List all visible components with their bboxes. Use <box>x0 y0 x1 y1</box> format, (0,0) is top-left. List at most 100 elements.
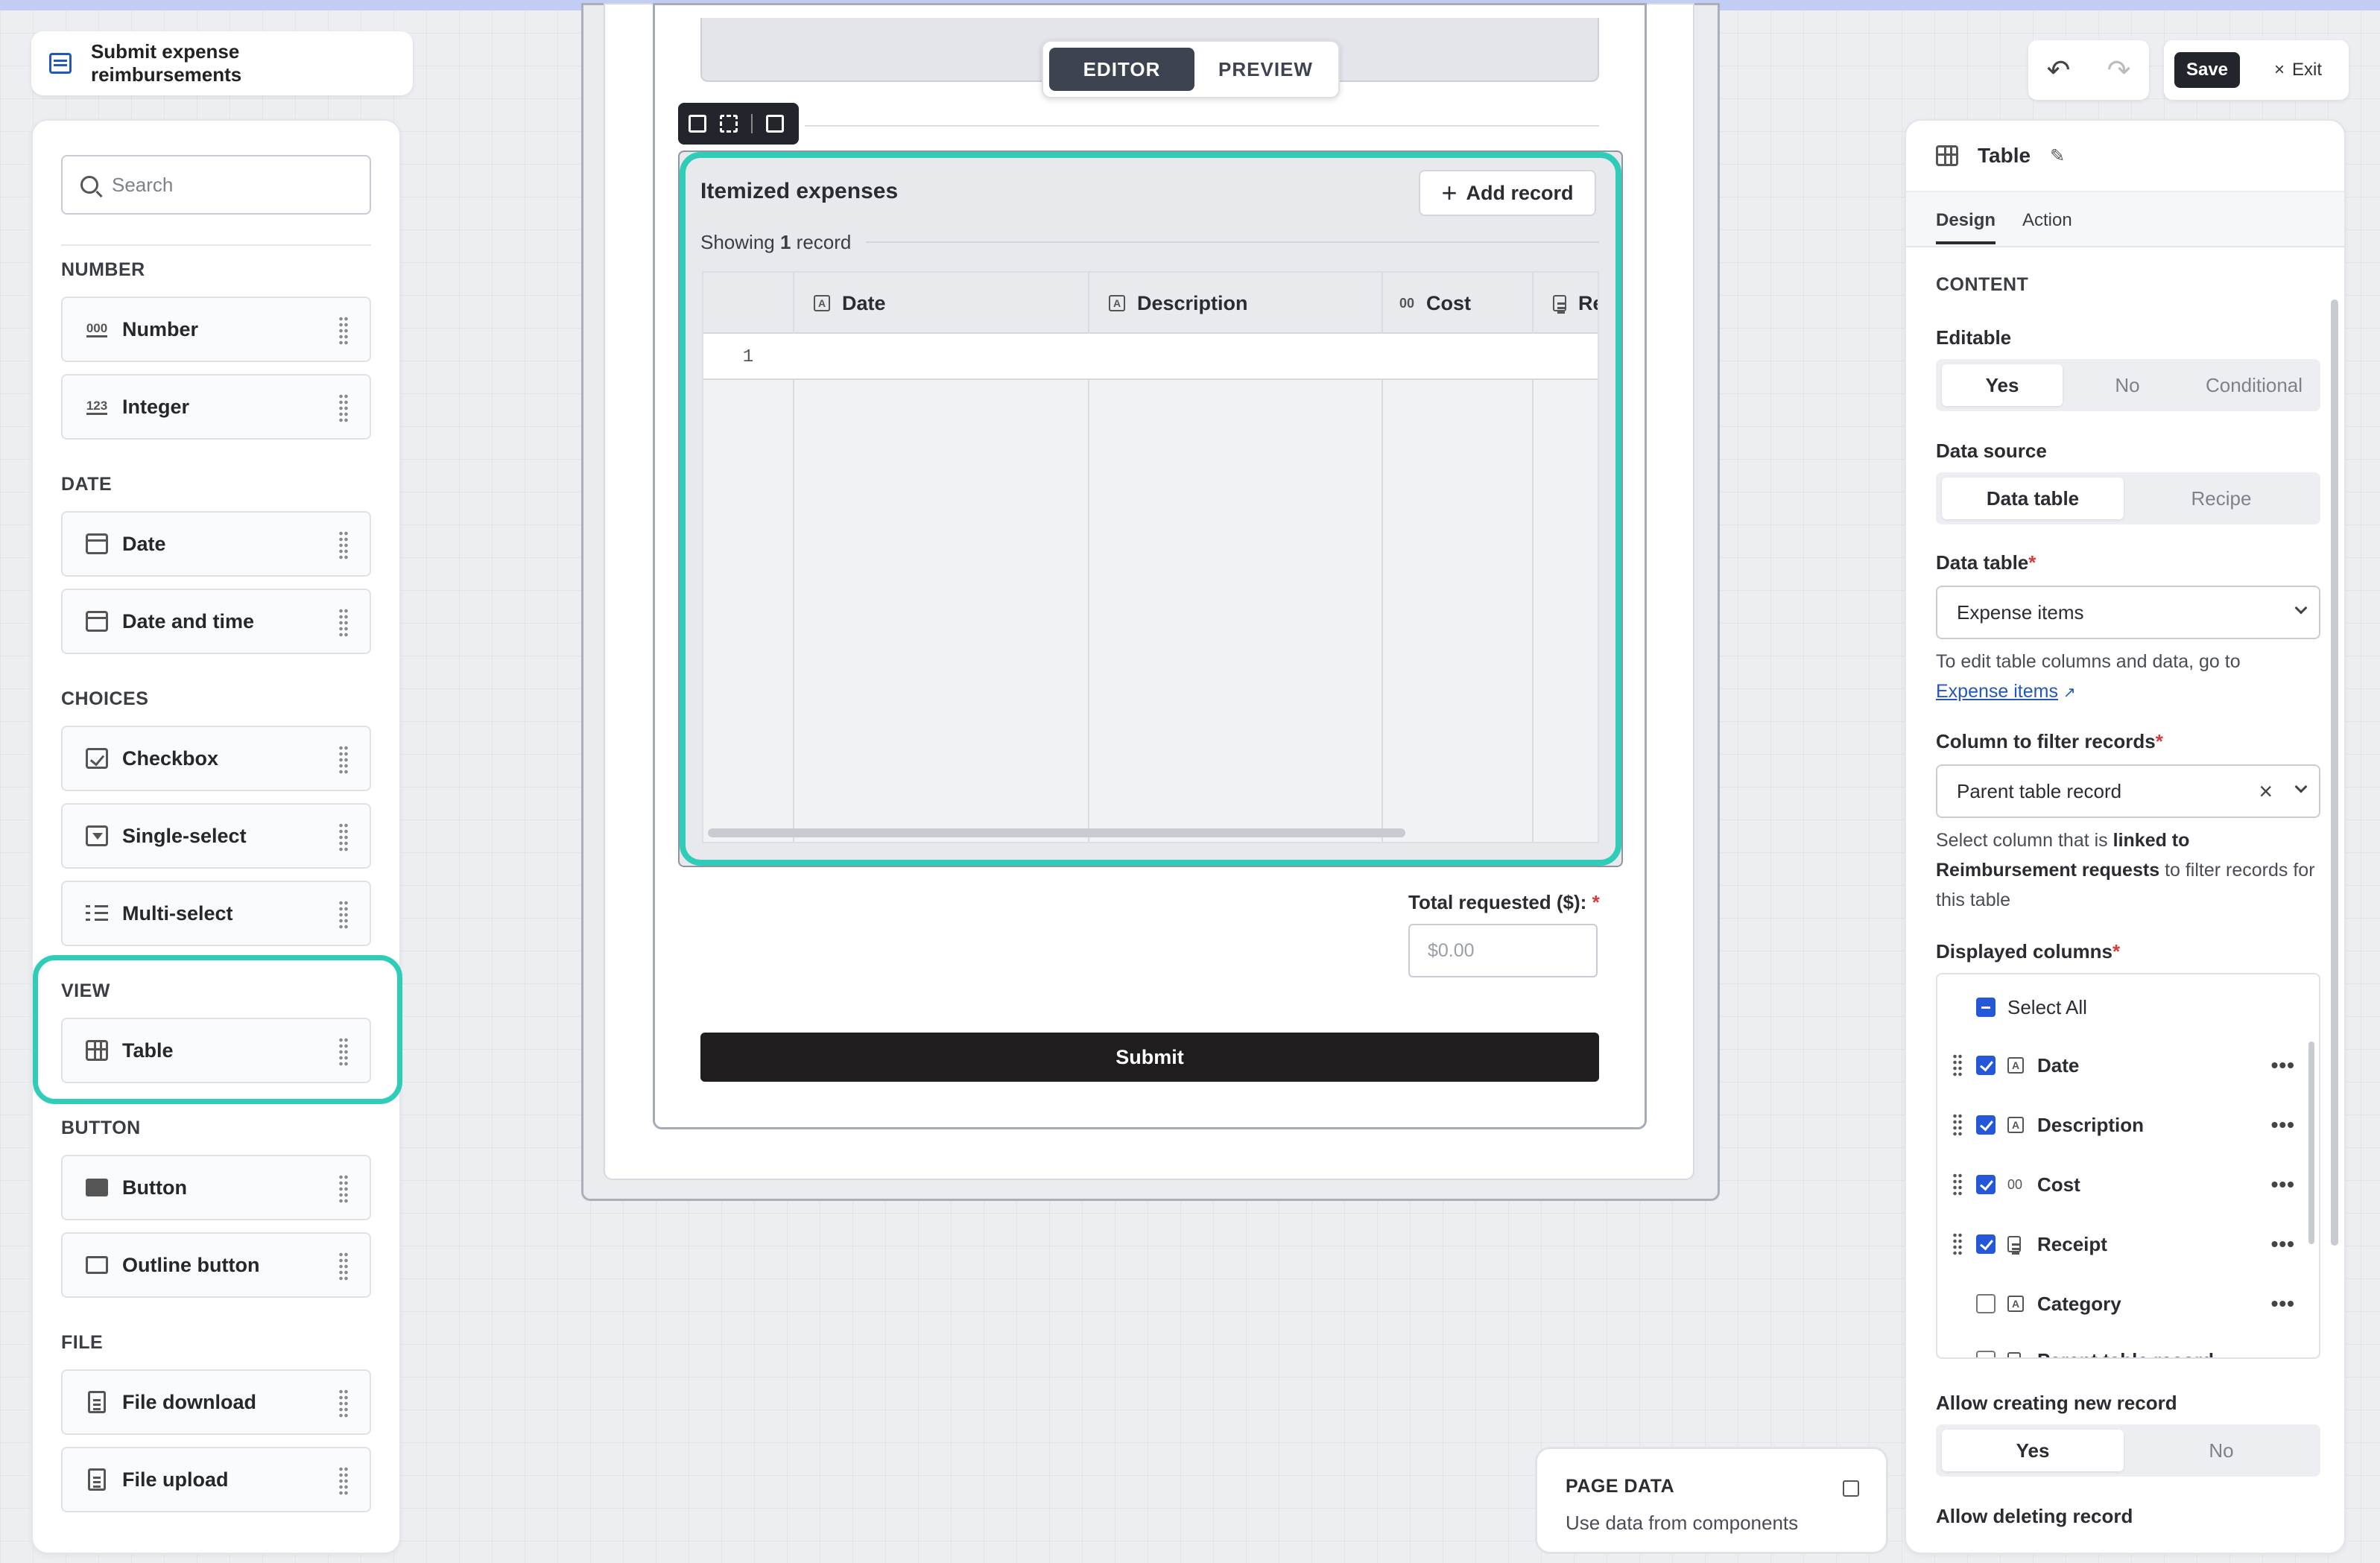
preview-tab[interactable]: PREVIEW <box>1199 48 1332 91</box>
allow-new-no[interactable]: No <box>2128 1430 2314 1471</box>
checklist-icon <box>86 904 108 923</box>
horizontal-scrollbar[interactable] <box>708 828 1405 837</box>
drag-handle-icon[interactable] <box>338 393 349 423</box>
select-all-row[interactable]: Select All <box>1937 985 2319 1030</box>
number-icon: 000 <box>86 321 108 337</box>
content-heading: CONTENT <box>1936 274 2029 295</box>
allow-new-segmented-control: Yes No <box>1936 1424 2320 1477</box>
drag-handle-icon[interactable] <box>338 1466 349 1496</box>
search-input[interactable] <box>112 173 350 197</box>
duplicate-icon[interactable] <box>689 115 706 133</box>
data-table-select[interactable]: Expense items <box>1936 586 2320 639</box>
allow-new-yes[interactable]: Yes <box>1942 1430 2124 1471</box>
sidebar-item-button[interactable]: Button <box>61 1155 371 1220</box>
tab-action[interactable]: Action <box>2022 210 2072 231</box>
calendar-clock-icon <box>86 611 108 632</box>
sidebar-item-label: Multi-select <box>122 901 233 925</box>
column-name: Date <box>2037 1053 2080 1077</box>
expand-icon[interactable] <box>1843 1480 1859 1497</box>
drag-handle-icon[interactable] <box>338 1174 349 1204</box>
more-options-icon[interactable]: ••• <box>2271 1292 2295 1316</box>
panel-scrollbar[interactable] <box>2331 299 2338 1246</box>
drag-handle-icon[interactable] <box>338 822 349 852</box>
more-options-icon[interactable]: ••• <box>2271 1232 2295 1256</box>
sidebar-item-table[interactable]: Table <box>61 1018 371 1083</box>
column-row-receipt[interactable]: Receipt ••• <box>1937 1222 2319 1266</box>
drag-handle-icon[interactable] <box>1952 1113 1963 1137</box>
section-number: NUMBER <box>61 259 145 280</box>
edit-pencil-icon[interactable]: ✎ <box>2050 145 2065 167</box>
select-parent-icon[interactable] <box>720 115 738 133</box>
select-all-checkbox[interactable] <box>1976 998 1996 1017</box>
sidebar-item-integer[interactable]: 123 Integer <box>61 374 371 440</box>
drag-handle-icon[interactable] <box>338 316 349 346</box>
editable-no[interactable]: No <box>2067 364 2188 406</box>
submit-button[interactable]: Submit <box>700 1033 1599 1082</box>
sidebar-item-date[interactable]: Date <box>61 511 371 577</box>
drag-handle-icon[interactable] <box>338 745 349 775</box>
sidebar-item-file-download[interactable]: File download <box>61 1369 371 1435</box>
allow-new-label: Allow creating new record <box>1936 1392 2177 1414</box>
column-row-description[interactable]: A Description ••• <box>1937 1103 2319 1147</box>
more-options-icon[interactable]: ••• <box>2271 1173 2295 1196</box>
drag-handle-icon[interactable] <box>1952 1053 1963 1077</box>
drag-handle-icon[interactable] <box>338 530 349 560</box>
column-header-date[interactable]: A Date <box>794 273 886 334</box>
exit-button[interactable]: × Exit <box>2274 52 2322 88</box>
data-table-hint: To edit table columns and data, go to Ex… <box>1936 651 2241 702</box>
add-record-button[interactable]: + Add record <box>1419 170 1596 216</box>
expense-items-link[interactable]: Expense items <box>1936 681 2058 702</box>
sidebar-item-checkbox[interactable]: Checkbox <box>61 726 371 791</box>
filter-column-select[interactable]: Parent table record × <box>1936 764 2320 818</box>
sidebar-item-number[interactable]: 000 Number <box>61 297 371 362</box>
drag-handle-icon[interactable] <box>338 1037 349 1067</box>
column-checkbox[interactable] <box>1976 1056 1996 1075</box>
save-button[interactable]: Save <box>2174 52 2240 88</box>
total-requested-label: Total requested ($): * <box>1408 891 1600 913</box>
drag-handle-icon[interactable] <box>338 900 349 930</box>
column-row-cost[interactable]: 00 Cost ••• <box>1937 1162 2319 1207</box>
data-source-label: Data source <box>1936 440 2047 462</box>
sidebar-item-outline-button[interactable]: Outline button <box>61 1232 371 1298</box>
drag-handle-icon[interactable] <box>338 608 349 638</box>
undo-icon[interactable]: ↶ <box>2047 54 2071 87</box>
column-name: Category <box>2037 1292 2121 1315</box>
column-row-category[interactable]: A Category ••• <box>1937 1281 2319 1326</box>
columns-scrollbar[interactable] <box>2308 1042 2314 1244</box>
tab-design[interactable]: Design <box>1936 210 1996 244</box>
data-source-recipe[interactable]: Recipe <box>2128 478 2314 519</box>
sidebar-item-single-select[interactable]: Single-select <box>61 803 371 869</box>
column-checkbox[interactable] <box>1976 1234 1996 1254</box>
page-data-panel[interactable]: PAGE DATA Use data from components <box>1535 1447 1888 1554</box>
column-header-cost[interactable]: 00 Cost <box>1383 273 1471 334</box>
column-header-receipt[interactable]: Re <box>1534 273 1598 334</box>
more-options-icon[interactable]: ••• <box>2271 1053 2295 1077</box>
column-checkbox[interactable] <box>1976 1175 1996 1194</box>
editor-tab[interactable]: EDITOR <box>1049 48 1194 91</box>
sidebar-item-date-time[interactable]: Date and time <box>61 589 371 654</box>
editable-conditional[interactable]: Conditional <box>2192 364 2316 406</box>
column-row-date[interactable]: A Date ••• <box>1937 1043 2319 1088</box>
drag-handle-icon[interactable] <box>1952 1232 1963 1256</box>
column-checkbox[interactable] <box>1976 1115 1996 1135</box>
search-field[interactable] <box>61 155 371 215</box>
more-options-icon[interactable]: ••• <box>2271 1113 2295 1137</box>
drag-handle-icon[interactable] <box>338 1389 349 1418</box>
editable-yes[interactable]: Yes <box>1942 364 2063 406</box>
column-row-parent-table-record[interactable]: Parent table record <box>1937 1338 2319 1357</box>
table-row[interactable] <box>703 334 1598 380</box>
sidebar-item-label: File download <box>122 1390 256 1413</box>
column-checkbox[interactable] <box>1976 1294 1996 1313</box>
drag-handle-icon[interactable] <box>1952 1173 1963 1196</box>
drag-handle-icon[interactable] <box>338 1252 349 1281</box>
trash-icon[interactable] <box>766 115 784 133</box>
chevron-down-icon <box>2294 780 2308 793</box>
total-requested-input[interactable] <box>1408 924 1598 977</box>
sidebar-item-multi-select[interactable]: Multi-select <box>61 881 371 946</box>
column-checkbox[interactable] <box>1976 1351 1996 1357</box>
redo-icon[interactable]: ↷ <box>2107 54 2131 87</box>
column-header-description[interactable]: A Description <box>1089 273 1248 334</box>
clear-icon[interactable]: × <box>2259 778 2273 805</box>
data-source-data-table[interactable]: Data table <box>1942 478 2124 519</box>
sidebar-item-file-upload[interactable]: File upload <box>61 1447 371 1512</box>
